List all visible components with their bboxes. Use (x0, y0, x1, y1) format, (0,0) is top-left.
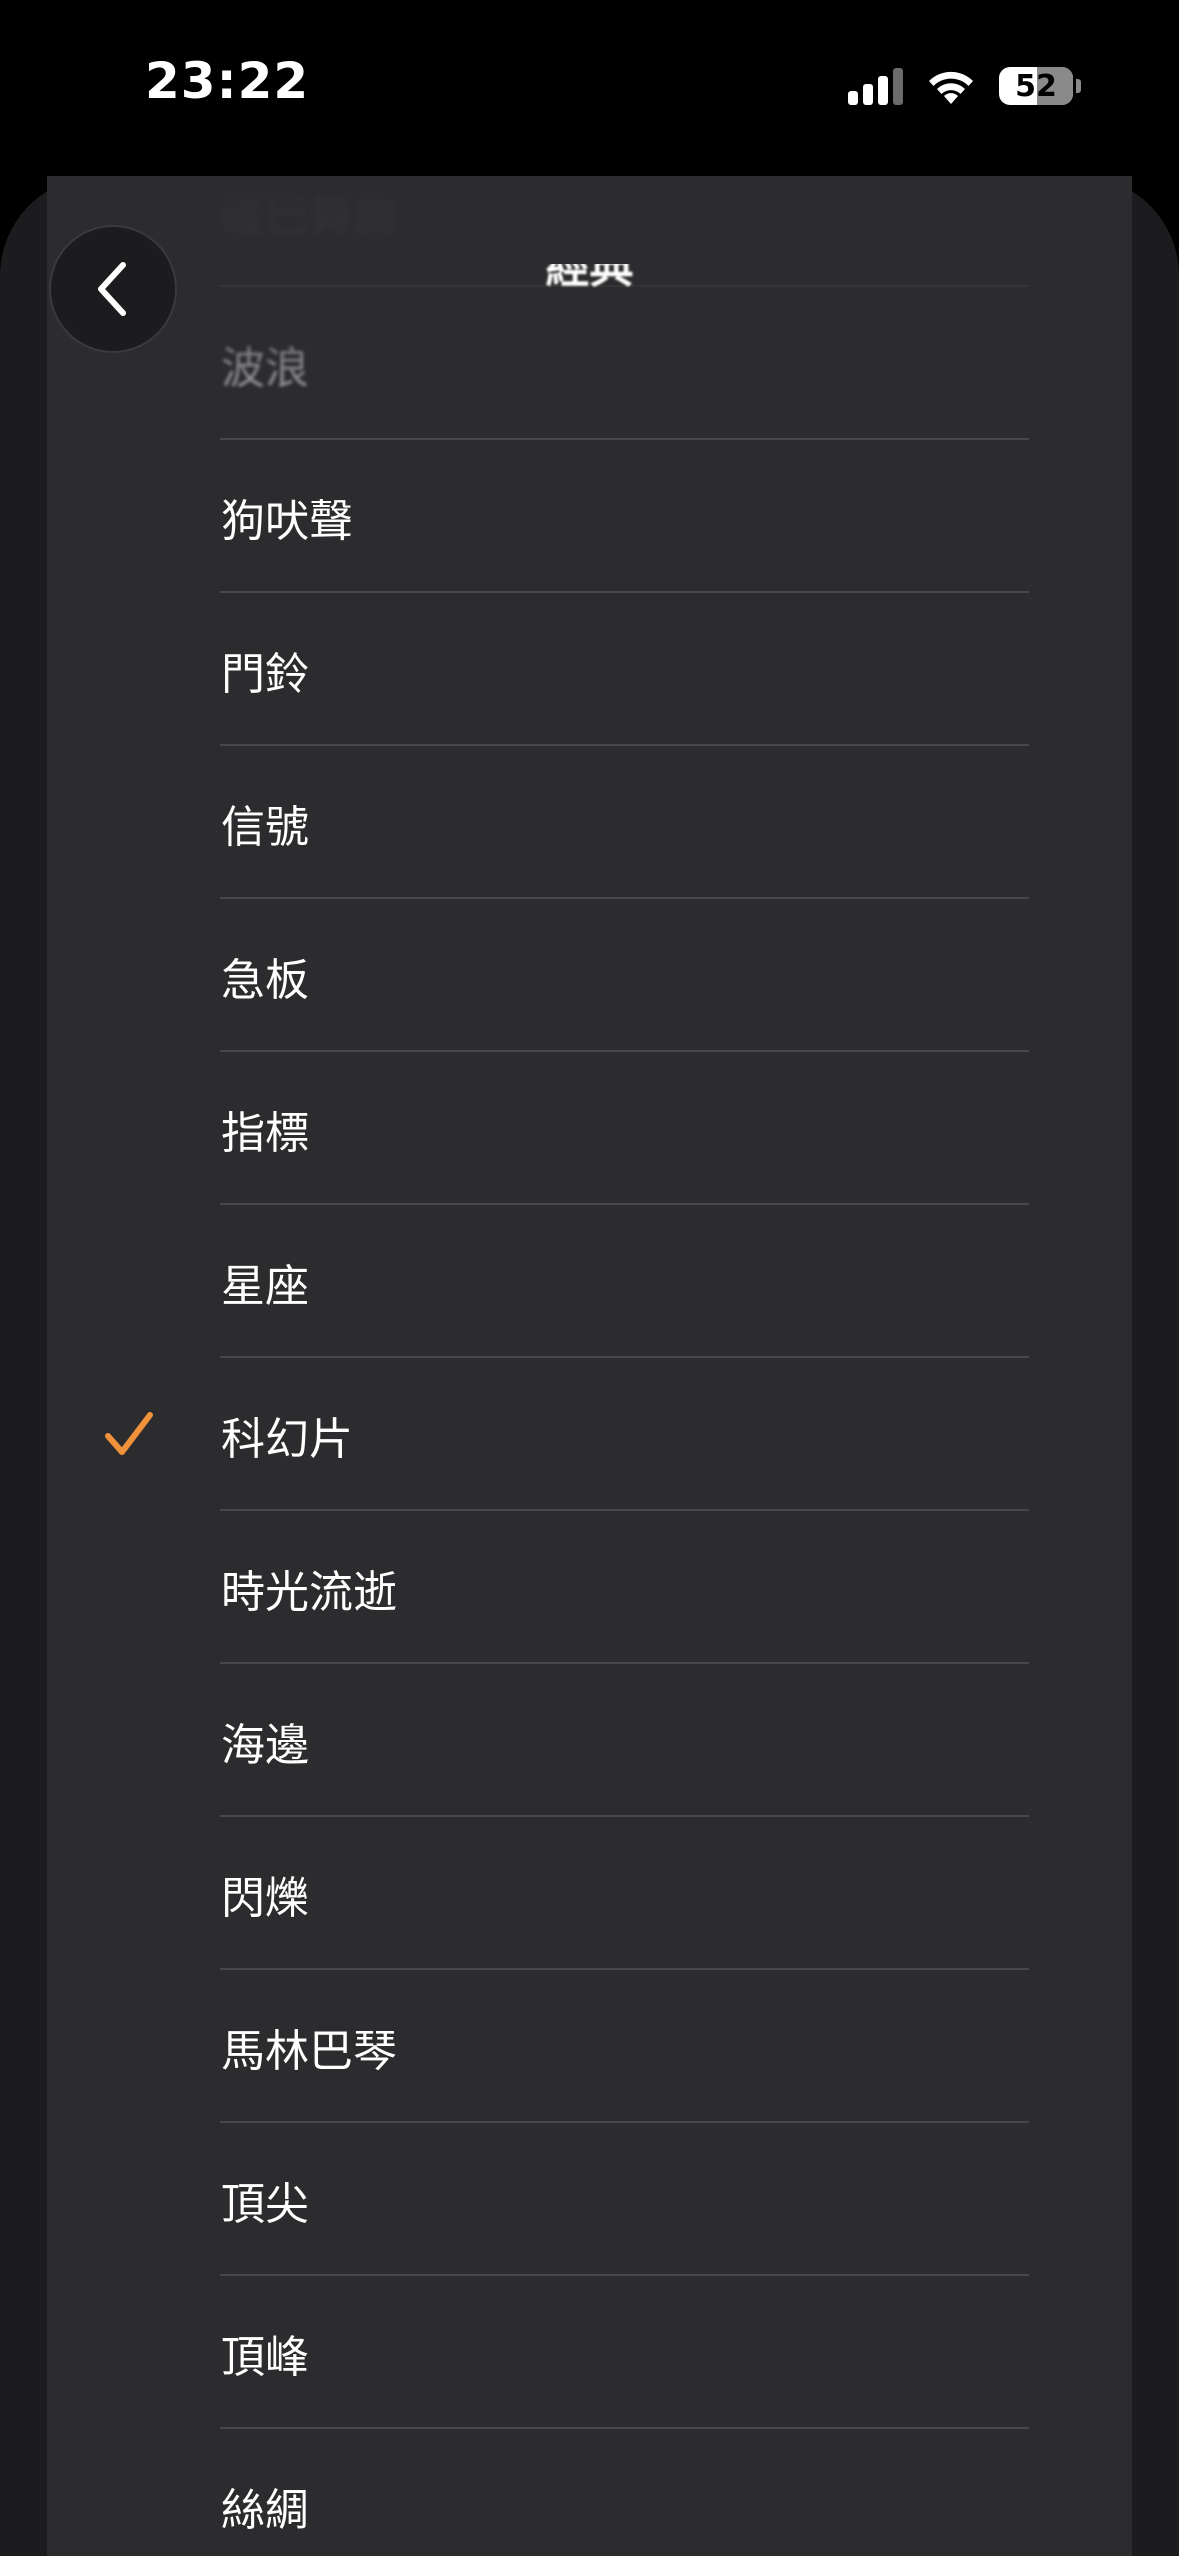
cellular-signal-icon (848, 67, 903, 105)
list-item[interactable]: 門鈴 (47, 593, 1132, 746)
list-item-label: 時光流逝 (221, 1566, 397, 1618)
list-item-label: 頂峰 (221, 2331, 309, 2383)
list-item[interactable]: 閃爍 (47, 1817, 1132, 1970)
list-item-label: 門鈴 (221, 648, 309, 700)
status-indicators: 52 (848, 62, 1081, 110)
list-item[interactable]: 時光流逝 (47, 1511, 1132, 1664)
checkmark-icon (105, 1411, 153, 1455)
list-item-label: 波浪 (221, 342, 309, 394)
chevron-left-icon (98, 262, 126, 316)
list-item-label: 信號 (221, 801, 309, 853)
list-item-label: 閃爍 (221, 1872, 309, 1924)
list-item-label: 絲綢 (221, 2484, 309, 2536)
status-time: 23:22 (145, 52, 310, 110)
list-item-label: 急板 (221, 954, 309, 1006)
list-item-label: 科幻片 (221, 1413, 353, 1465)
list-item[interactable]: 科幻片 (47, 1358, 1132, 1511)
list-item[interactable]: 急板 (47, 899, 1132, 1052)
list-item[interactable]: 信號 (47, 746, 1132, 899)
back-button[interactable] (49, 225, 177, 353)
list-item[interactable]: 頂尖 (47, 2123, 1132, 2276)
list-item-label: 頂尖 (221, 2178, 309, 2230)
list-item[interactable]: 頂峰 (47, 2276, 1132, 2429)
wifi-icon (925, 67, 977, 105)
list-item-label: 馬林巴琴 (221, 2025, 397, 2077)
list-item[interactable]: 狗吠聲 (47, 440, 1132, 593)
sound-list-sheet: 碰巴舞曲波浪狗吠聲門鈴信號急板指標星座科幻片時光流逝海邊閃爍馬林巴琴頂尖頂峰絲綢 (47, 176, 1132, 2556)
list-item-label: 狗吠聲 (221, 495, 353, 547)
battery-icon: 52 (999, 67, 1073, 105)
list-item-label: 指標 (221, 1107, 309, 1159)
list-item[interactable]: 波浪 (47, 287, 1132, 440)
list-item[interactable]: 馬林巴琴 (47, 1970, 1132, 2123)
list-item-label: 星座 (221, 1260, 309, 1312)
list-item-label: 碰巴舞曲 (221, 189, 397, 241)
battery-level: 52 (1015, 68, 1057, 104)
list-item[interactable]: 星座 (47, 1205, 1132, 1358)
screen: 23:22 52 碰巴舞曲波浪狗吠聲門鈴信號急板指標星座科幻片時光流逝海邊 (0, 0, 1179, 2556)
list-item-label: 海邊 (221, 1719, 309, 1771)
list-item[interactable]: 絲綢 (47, 2429, 1132, 2556)
list-item[interactable]: 海邊 (47, 1664, 1132, 1817)
list-item[interactable]: 指標 (47, 1052, 1132, 1205)
